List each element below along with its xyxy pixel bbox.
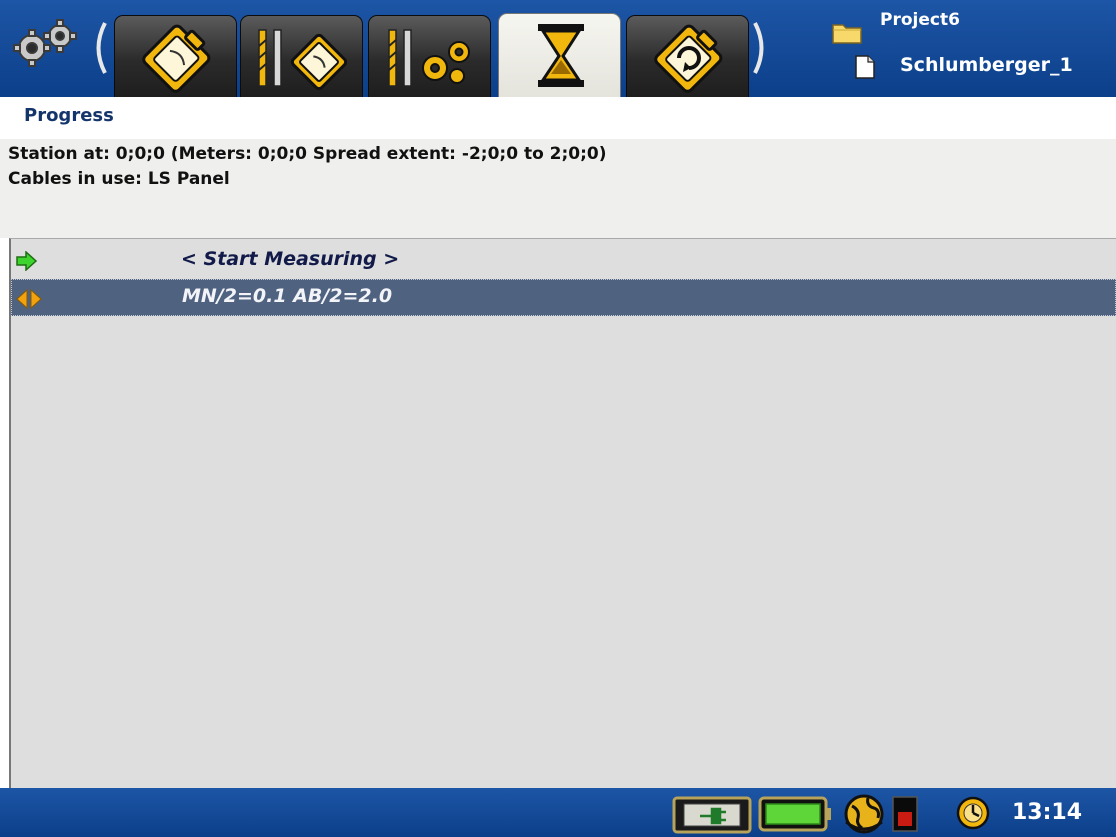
chevron-right-icon — [753, 22, 764, 74]
project-name[interactable]: Project6 — [880, 10, 960, 30]
tabs-scroll-right-button[interactable] — [752, 20, 770, 76]
settings-button[interactable] — [8, 14, 90, 72]
cables-info-text: Cables in use: LS Panel — [8, 169, 230, 189]
list-item-label: < Start Measuring > — [181, 248, 400, 270]
folder-icon — [832, 24, 862, 44]
section-header: Progress — [0, 97, 1116, 139]
file-name[interactable]: Schlumberger_1 — [900, 54, 1073, 76]
globe-icon[interactable] — [842, 792, 886, 836]
clipboard-icon — [142, 24, 211, 93]
power-plug-icon[interactable] — [672, 794, 752, 834]
orange-double-arrow-icon — [16, 289, 42, 309]
tab-electrode-clipboard[interactable] — [240, 15, 363, 97]
chevron-left-icon — [96, 22, 107, 74]
hourglass-icon — [538, 24, 584, 87]
tab-electrode-settings[interactable] — [368, 15, 491, 97]
electrode-clipboard-icon — [258, 29, 348, 91]
gears-icon — [13, 19, 77, 67]
top-bar: Project6 Schlumberger_1 — [0, 0, 1116, 97]
tab-progress[interactable] — [498, 13, 621, 97]
station-info-panel: Station at: 0;0;0 (Meters: 0;0;0 Spread … — [0, 139, 1116, 238]
electrode-settings-icon — [388, 29, 470, 87]
page-title: Progress — [24, 105, 114, 126]
green-arrow-icon — [16, 251, 38, 271]
status-bar: 13:14 — [0, 788, 1116, 837]
record-indicator-icon[interactable] — [892, 796, 918, 832]
measurement-list[interactable]: < Start Measuring > MN/2=0.1 AB/2=2.0 — [9, 238, 1116, 788]
clock-icon[interactable] — [956, 796, 990, 830]
list-item-measurement[interactable]: MN/2=0.1 AB/2=2.0 — [11, 279, 1116, 316]
clock-time[interactable]: 13:14 — [1012, 800, 1082, 825]
battery-icon[interactable] — [758, 794, 832, 834]
document-icon — [855, 55, 875, 79]
tab-clipboard[interactable] — [114, 15, 237, 97]
list-item-start-measuring[interactable]: < Start Measuring > — [11, 242, 1116, 279]
tabs-scroll-left-button[interactable] — [90, 20, 108, 76]
tab-clipboard-refresh[interactable] — [626, 15, 749, 97]
station-info-text: Station at: 0;0;0 (Meters: 0;0;0 Spread … — [8, 144, 607, 164]
clipboard-refresh-icon — [654, 24, 723, 93]
project-info: Project6 Schlumberger_1 — [828, 2, 1116, 92]
list-item-label: MN/2=0.1 AB/2=2.0 — [182, 285, 393, 307]
